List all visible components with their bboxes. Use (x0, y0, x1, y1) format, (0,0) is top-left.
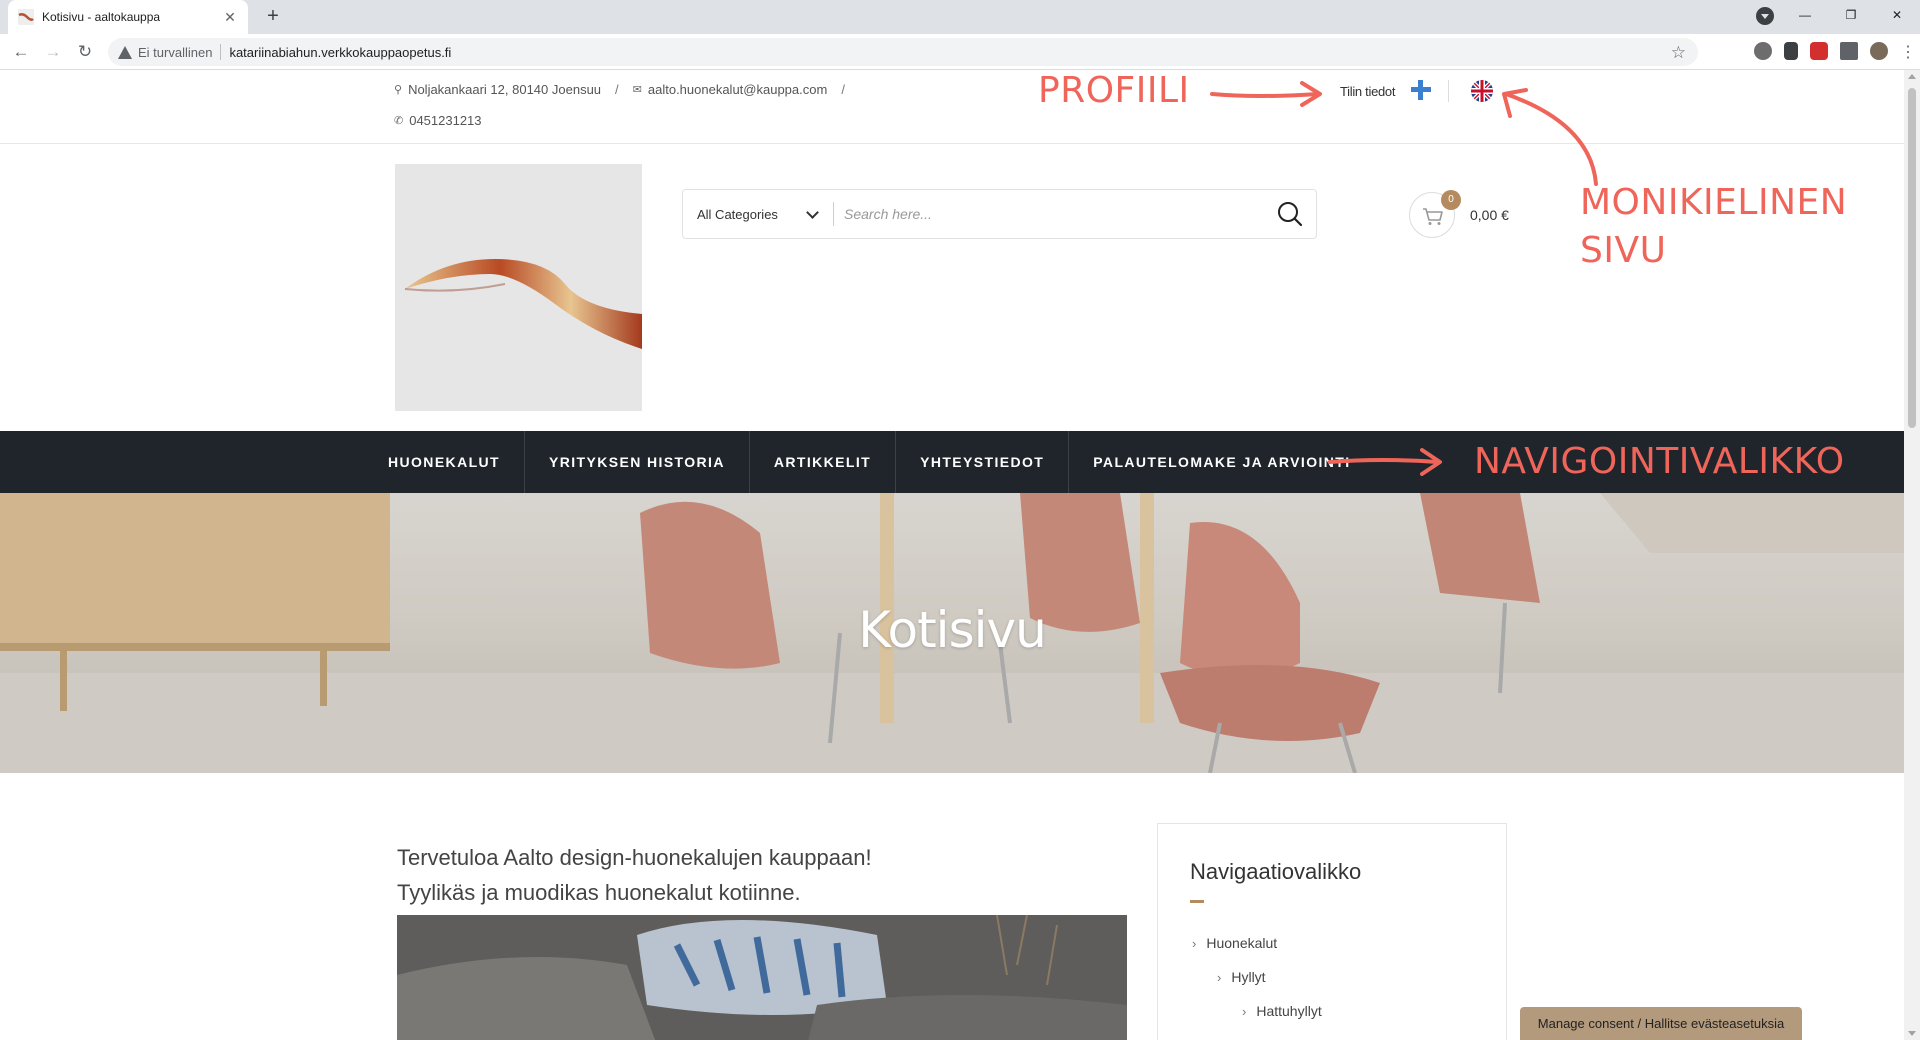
annotation-multilingual: MONIKIELINEN (1580, 182, 1848, 223)
nav-item-artikkelit[interactable]: ARTIKKELIT (750, 431, 897, 493)
browser-toolbar: ← → ↻ Ei turvallinen katariinabiahun.ver… (0, 34, 1920, 70)
bookmark-star-icon[interactable]: ☆ (1671, 43, 1686, 63)
cart-count-badge: 0 (1441, 190, 1461, 210)
widget-title: Navigaatiovalikko (1190, 859, 1362, 884)
search-icon[interactable] (1266, 190, 1316, 238)
account-link[interactable]: Tilin tiedot (1340, 84, 1395, 99)
reload-icon[interactable]: ↻ (74, 41, 96, 63)
chevron-right-icon: › (1242, 1004, 1247, 1019)
scrollbar-thumb[interactable] (1908, 88, 1916, 428)
tab-strip: Kotisivu - aaltokauppa ✕ + — ❐ ✕ (0, 0, 1920, 34)
eyedropper-icon[interactable] (1784, 42, 1798, 60)
minimize-button[interactable]: — (1782, 0, 1828, 30)
pdf-extension-icon[interactable] (1810, 42, 1828, 60)
manage-consent-button[interactable]: Manage consent / Hallitse evästeasetuksi… (1520, 1007, 1802, 1040)
tab-search-icon[interactable] (1756, 7, 1774, 25)
maximize-button[interactable]: ❐ (1828, 0, 1874, 30)
uk-flag-icon[interactable] (1471, 80, 1493, 102)
plus-icon[interactable] (1409, 78, 1433, 102)
category-select[interactable]: All Categories (683, 190, 833, 238)
topbar-divider (1448, 80, 1449, 102)
product-search: All Categories (682, 189, 1317, 239)
tab-title: Kotisivu - aaltokauppa (42, 10, 161, 24)
sidebar-item-hattuhyllyt[interactable]: › Hattuhyllyt (1242, 1003, 1322, 1019)
profile-avatar[interactable] (1870, 42, 1888, 60)
contact-separator: / (615, 82, 619, 97)
warning-icon[interactable] (118, 45, 132, 59)
sidebar-item-hyllyt[interactable]: › Hyllyt (1217, 969, 1266, 985)
site-topbar: ⚲ Noljakankaari 12, 80140 Joensuu / ✉ aa… (0, 70, 1904, 144)
annotation-arrow-language (1502, 88, 1598, 186)
widget-underline (1190, 900, 1204, 903)
close-tab-icon[interactable]: ✕ (222, 9, 238, 26)
browser-tab[interactable]: Kotisivu - aaltokauppa ✕ (8, 0, 248, 34)
annotation-profile: PROFIILI (1038, 70, 1190, 111)
favicon-icon (18, 9, 34, 25)
welcome-subheading: Tyylikäs ja muodikas huonekalut kotiinne… (397, 880, 801, 905)
phone-text[interactable]: 0451231213 (409, 113, 481, 128)
puzzle-extensions-icon[interactable] (1840, 42, 1858, 60)
more-menu-icon[interactable]: ⋮ (1900, 42, 1916, 61)
annotation-arrow-nav (1328, 448, 1442, 476)
scroll-down-icon[interactable] (1908, 1031, 1916, 1036)
sidebar-item-label: Hyllyt (1231, 969, 1266, 985)
chevron-right-icon: › (1217, 970, 1222, 985)
extension-globe-icon[interactable] (1754, 42, 1772, 60)
sidebar-item-label: Huonekalut (1206, 935, 1278, 951)
email-link[interactable]: aalto.huonekalut@kauppa.com (648, 82, 827, 97)
page-viewport: ⚲ Noljakankaari 12, 80140 Joensuu / ✉ aa… (0, 70, 1904, 1040)
address-separator (220, 44, 222, 60)
chevron-right-icon: › (1192, 936, 1197, 951)
window-controls: — ❐ ✕ (1782, 0, 1920, 30)
hero-banner: Kotisivu (0, 493, 1904, 773)
back-arrow-icon[interactable]: ← (10, 41, 32, 63)
address-bar[interactable]: Ei turvallinen katariinabiahun.verkkokau… (108, 38, 1698, 66)
living-room-image (397, 915, 1127, 1040)
url-text[interactable]: katariinabiahun.verkkokauppaopetus.fi (229, 45, 451, 60)
sidebar-item-huonekalut[interactable]: › Huonekalut (1192, 935, 1277, 951)
nav-item-yhteystiedot[interactable]: YHTEYSTIEDOT (896, 431, 1070, 493)
site-logo[interactable] (395, 164, 642, 411)
extension-icons: ⋮ (1754, 42, 1916, 61)
nav-item-yrityksen-historia[interactable]: YRITYKSEN HISTORIA (525, 431, 750, 493)
envelope-icon: ✉ (632, 84, 642, 96)
browser-window: Kotisivu - aaltokauppa ✕ + — ❐ ✕ ← → ↻ E… (0, 0, 1920, 1040)
phone-line: ✆ 0451231213 (394, 113, 482, 128)
annotation-navigation: NAVIGOINTIVALIKKO (1474, 441, 1845, 482)
nav-item-huonekalut[interactable]: HUONEKALUT (364, 431, 525, 493)
contact-separator: / (841, 82, 845, 97)
scroll-up-icon[interactable] (1908, 74, 1916, 79)
annotation-arrow-profile (1210, 81, 1322, 107)
map-pin-icon: ⚲ (394, 84, 403, 96)
new-tab-button[interactable]: + (262, 6, 284, 28)
phone-icon: ✆ (394, 115, 404, 127)
page-title: Kotisivu (858, 601, 1047, 659)
close-window-button[interactable]: ✕ (1874, 0, 1920, 30)
sidebar-nav-widget: Navigaatiovalikko › Huonekalut › Hyllyt › H… (1157, 823, 1507, 1040)
welcome-heading: Tervetuloa Aalto design-huonekalujen kau… (397, 845, 872, 870)
page-scrollbar[interactable] (1904, 70, 1920, 1040)
chevron-down-icon (806, 206, 819, 219)
security-label[interactable]: Ei turvallinen (138, 45, 212, 60)
category-select-value: All Categories (697, 206, 778, 222)
search-input[interactable] (834, 190, 1266, 238)
address-text: Noljakankaari 12, 80140 Joensuu (408, 82, 602, 97)
contact-line: ⚲ Noljakankaari 12, 80140 Joensuu / ✉ aa… (394, 82, 859, 97)
annotation-multilingual-2: SIVU (1580, 230, 1667, 271)
sidebar-item-label: Hattuhyllyt (1256, 1003, 1322, 1019)
cart-total[interactable]: 0,00 € (1470, 207, 1509, 223)
forward-arrow-icon[interactable]: → (42, 41, 64, 63)
